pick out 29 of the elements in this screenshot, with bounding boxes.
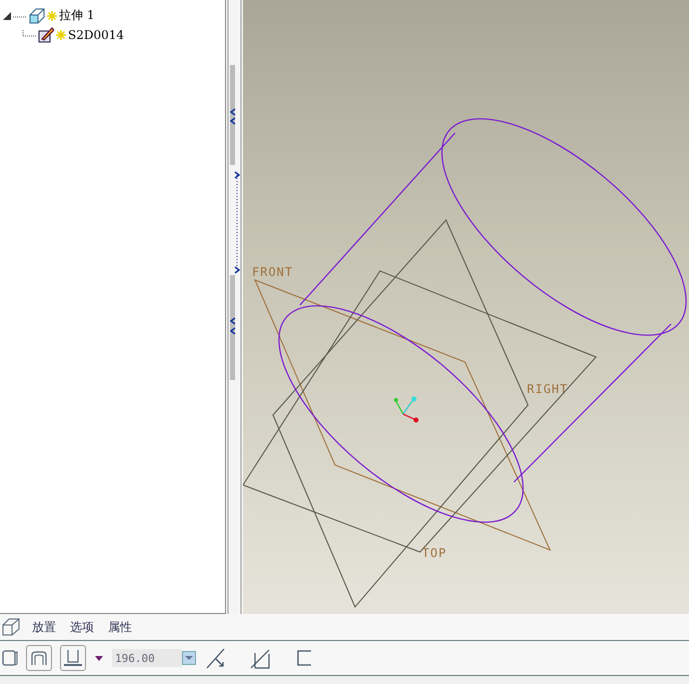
remove-material-icon[interactable]: [250, 647, 270, 669]
blind-depth-button[interactable]: [60, 645, 86, 671]
dropdown-button[interactable]: [182, 651, 196, 665]
flip-direction-icon[interactable]: [206, 647, 226, 669]
sketch-pencil-icon: [38, 26, 54, 42]
dashboard-tab[interactable]: 属性: [106, 618, 134, 636]
solid-icon[interactable]: [2, 649, 18, 667]
surface-icon: [30, 650, 48, 666]
datum-plane-label: FRONT: [252, 265, 294, 279]
coordinate-axes-icon: [394, 396, 418, 422]
dashboard-tab[interactable]: 选项: [68, 618, 96, 636]
depth-input-field[interactable]: 196.00: [112, 649, 182, 667]
dropdown-arrow-icon[interactable]: [94, 654, 104, 662]
extrude-box-icon: [2, 618, 20, 636]
asterisk-icon: [56, 30, 66, 40]
tree-item-label[interactable]: S2D0014: [68, 28, 124, 42]
blind-depth-icon: [63, 649, 83, 667]
caret-icon: [185, 655, 193, 661]
extrude-box-icon: [29, 8, 45, 24]
tree-item-label[interactable]: 拉伸 1: [59, 7, 94, 24]
surface-button[interactable]: [26, 645, 52, 671]
thicken-icon[interactable]: [296, 649, 312, 667]
asterisk-icon: [47, 10, 57, 20]
expand-arrow-icon[interactable]: [3, 12, 11, 20]
dashboard-tab[interactable]: 放置: [30, 618, 58, 636]
datum-plane-label: TOP: [422, 546, 447, 560]
datum-plane-label: RIGHT: [527, 382, 568, 396]
tree-connector-icon: [22, 30, 36, 40]
panel-splitter[interactable]: [226, 0, 243, 614]
